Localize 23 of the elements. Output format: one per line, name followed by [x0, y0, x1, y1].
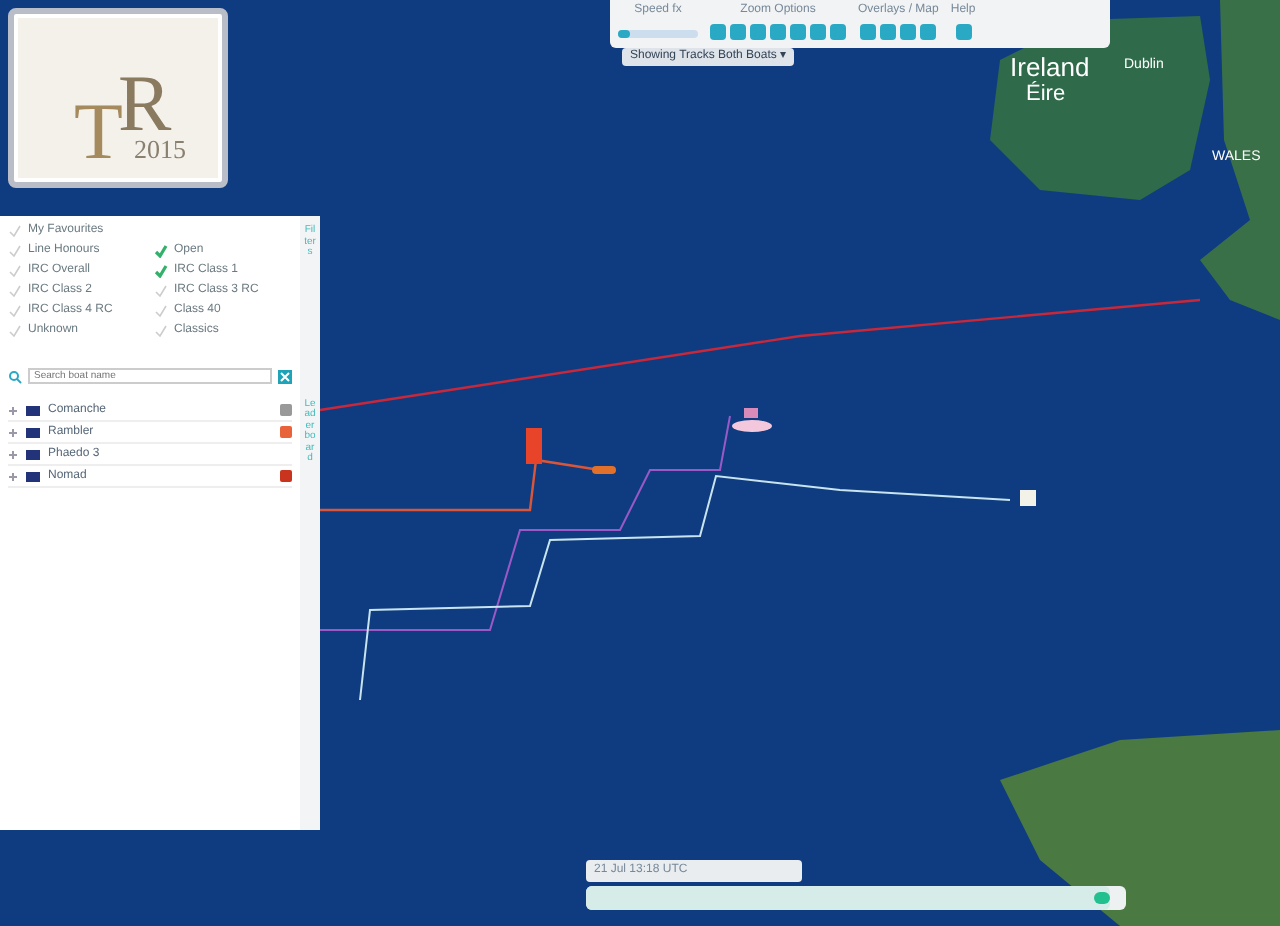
map-label: Éire — [1026, 82, 1066, 106]
boat-icon[interactable] — [732, 408, 772, 432]
search-icon — [8, 369, 22, 383]
checkmark-icon[interactable] — [8, 224, 22, 238]
map-label: Ireland — [1010, 52, 1090, 82]
checkmark-icon[interactable] — [154, 324, 168, 338]
toolbar-icon[interactable] — [955, 24, 972, 40]
checkmark-icon[interactable] — [154, 244, 168, 258]
checkmark-icon[interactable] — [8, 264, 22, 278]
logo-letter: T — [74, 86, 123, 176]
checkmark-icon[interactable] — [8, 244, 22, 258]
close-icon[interactable] — [278, 369, 292, 383]
checkmark-icon[interactable] — [8, 284, 22, 298]
speed-slider[interactable] — [618, 30, 698, 38]
checkmark-icon[interactable] — [8, 304, 22, 318]
checkmark-icon[interactable] — [8, 324, 22, 338]
plus-icon[interactable] — [8, 405, 18, 415]
plus-icon[interactable] — [8, 427, 18, 437]
plus-icon[interactable] — [8, 471, 18, 481]
plus-icon[interactable] — [8, 449, 18, 459]
checkmark-icon[interactable] — [154, 284, 168, 298]
checkmark-icon[interactable] — [154, 304, 168, 318]
checkmark-icon[interactable] — [154, 264, 168, 278]
